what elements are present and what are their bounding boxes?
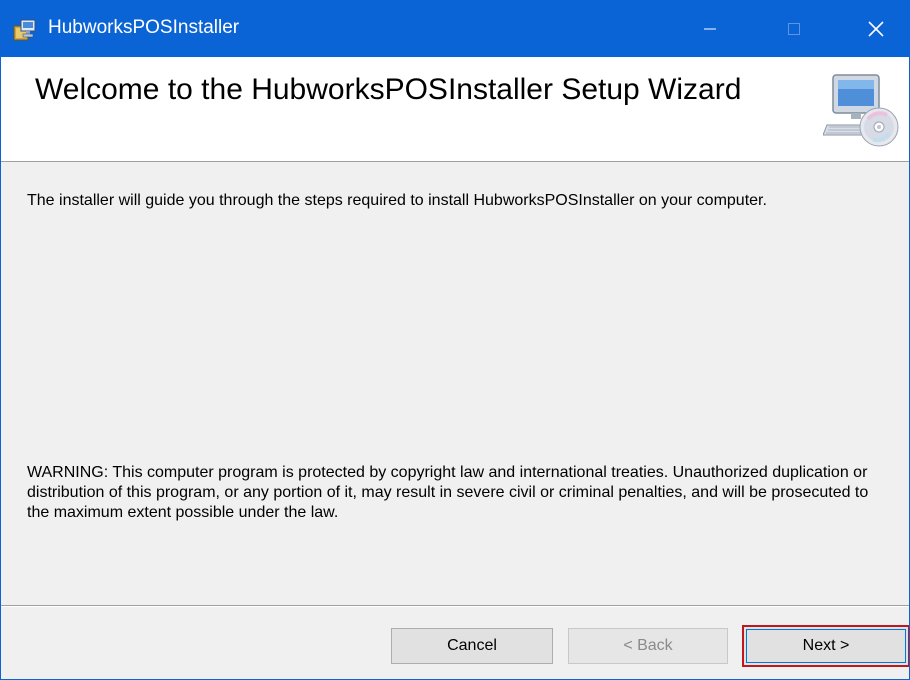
next-button-label: Next > [746,629,906,663]
computer-disc-icon [823,74,899,147]
installer-app-icon [13,19,36,41]
wizard-header: Welcome to the HubworksPOSInstaller Setu… [1,57,909,162]
close-icon [868,21,884,37]
installer-window: HubworksPOSInstaller Welcome to the Hubw… [0,0,910,680]
close-button[interactable] [843,1,909,57]
minimize-icon [704,28,716,30]
maximize-icon [788,23,800,35]
copyright-warning: WARNING: This computer program is protec… [27,464,869,521]
minimize-button[interactable] [677,1,743,57]
page-title: Welcome to the HubworksPOSInstaller Setu… [35,73,742,106]
back-button: < Back [568,628,728,664]
next-button[interactable]: Next > [742,625,909,667]
window-title: HubworksPOSInstaller [48,17,240,38]
intro-text: The installer will guide you through the… [27,192,767,209]
cancel-button[interactable]: Cancel [391,628,553,664]
maximize-button [761,1,827,57]
footer-divider [1,605,909,607]
title-bar[interactable]: HubworksPOSInstaller [1,1,909,57]
